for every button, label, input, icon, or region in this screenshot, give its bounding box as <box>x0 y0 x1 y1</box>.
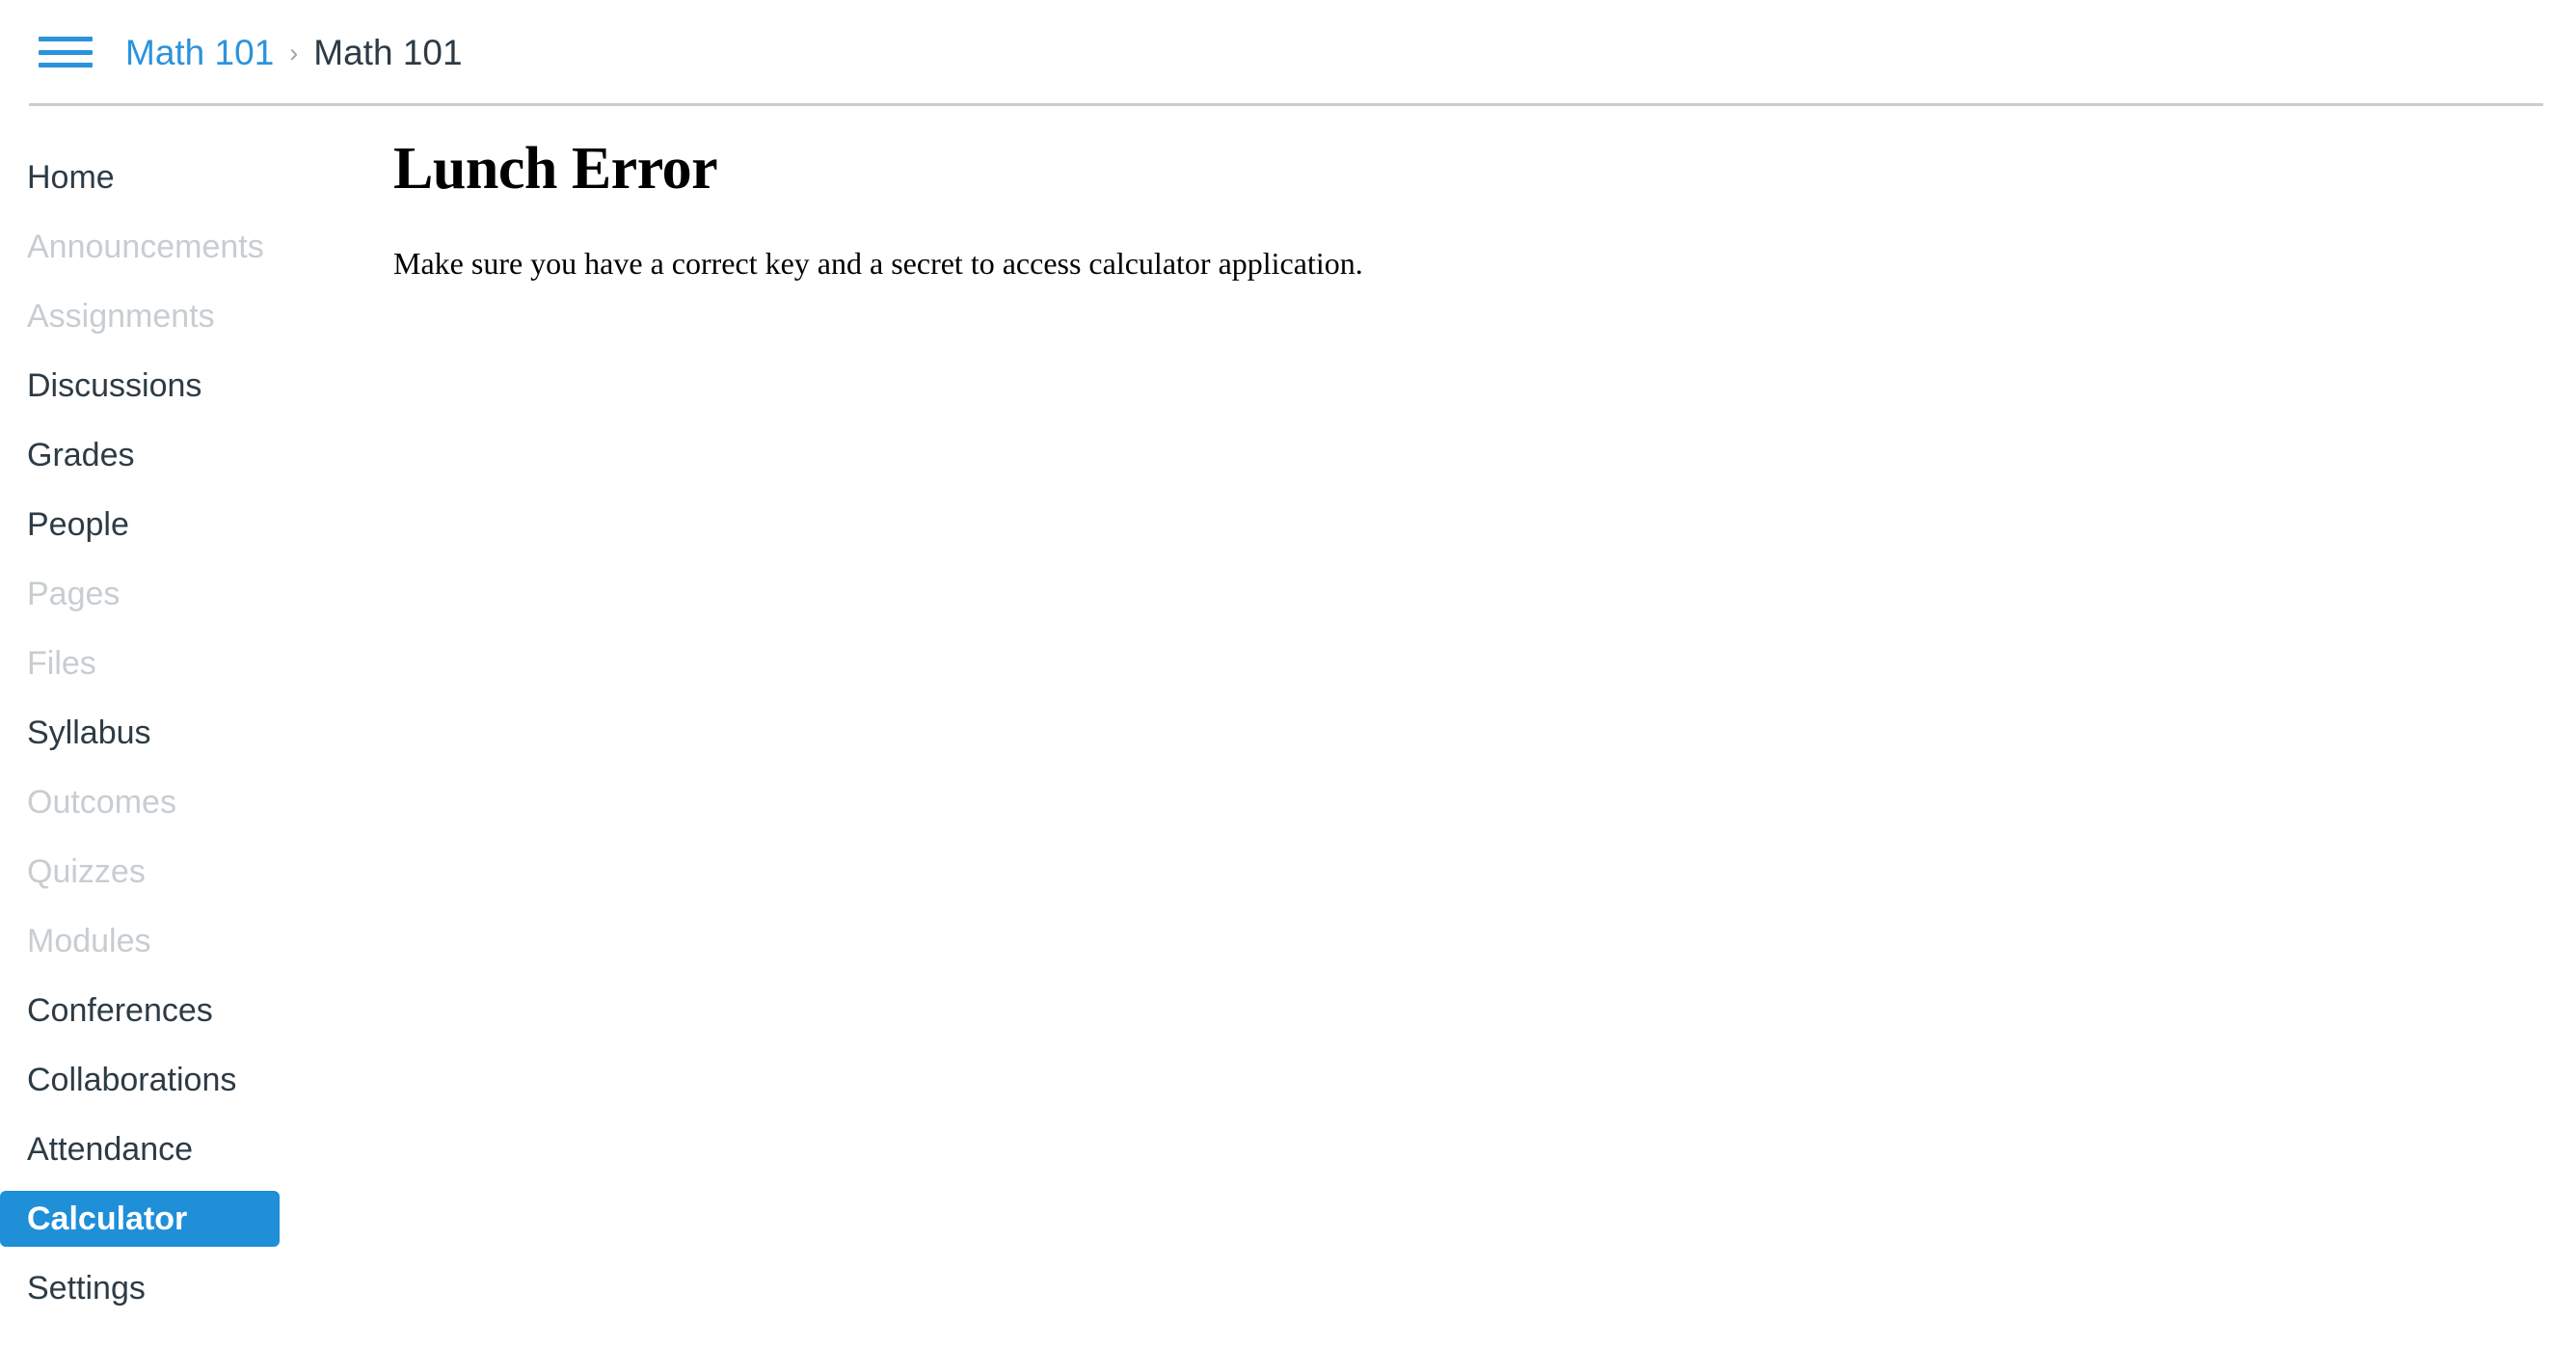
sidebar-item-assignments[interactable]: Assignments <box>0 288 376 344</box>
sidebar-item-settings[interactable]: Settings <box>0 1260 376 1316</box>
sidebar-item-label: Assignments <box>27 298 215 335</box>
sidebar-item-announcements[interactable]: Announcements <box>0 219 376 275</box>
chevron-right-icon: › <box>289 38 299 67</box>
sidebar-item-label: Grades <box>27 437 135 473</box>
course-navigation: Home Announcements Assignments Discussions G… <box>0 149 376 1330</box>
sidebar-item-label: People <box>27 506 129 543</box>
sidebar-item-label: Announcements <box>27 229 264 265</box>
sidebar-item-files[interactable]: Files <box>0 635 376 691</box>
breadcrumb-item-course[interactable]: Math 101 <box>125 35 274 70</box>
sidebar-item-label: Outcomes <box>27 784 176 821</box>
sidebar-item-outcomes[interactable]: Outcomes <box>0 774 376 830</box>
breadcrumb-item-current: Math 101 <box>313 32 463 72</box>
sidebar-item-attendance[interactable]: Attendance <box>0 1121 376 1177</box>
sidebar-item-modules[interactable]: Modules <box>0 913 376 969</box>
hamburger-bar-1 <box>39 37 93 41</box>
sidebar-item-pages[interactable]: Pages <box>0 566 376 622</box>
hamburger-bar-3 <box>39 63 93 67</box>
sidebar-item-quizzes[interactable]: Quizzes <box>0 844 376 900</box>
sidebar-item-label: Settings <box>27 1270 146 1307</box>
page-title: Lunch Error <box>393 136 718 202</box>
hamburger-bar-2 <box>39 49 93 55</box>
sidebar-item-label: Collaborations <box>27 1062 237 1098</box>
sidebar-item-label: Files <box>27 645 96 682</box>
app-header: Math 101 › Math 101 <box>0 0 2576 106</box>
sidebar-item-people[interactable]: People <box>0 497 376 553</box>
sidebar-item-label: Quizzes <box>27 853 146 890</box>
sidebar-item-conferences[interactable]: Conferences <box>0 983 376 1038</box>
page-body-text: Make sure you have a correct key and a s… <box>393 246 1363 282</box>
sidebar-item-label: Discussions <box>27 367 202 404</box>
sidebar-item-home[interactable]: Home <box>0 149 376 205</box>
sidebar-item-label: Home <box>27 159 115 196</box>
header-divider <box>29 103 2543 106</box>
sidebar-item-label: Conferences <box>27 992 213 1029</box>
sidebar-item-grades[interactable]: Grades <box>0 427 376 483</box>
breadcrumb: Math 101 › Math 101 <box>125 25 463 79</box>
sidebar-item-label: Syllabus <box>27 714 151 751</box>
main-content: Lunch Error Make sure you have a correct… <box>393 135 2514 284</box>
hamburger-icon[interactable] <box>39 31 93 73</box>
sidebar-item-label: Calculator <box>27 1200 188 1237</box>
sidebar-item-label: Modules <box>27 923 151 959</box>
sidebar-item-discussions[interactable]: Discussions <box>0 358 376 414</box>
sidebar-item-label: Pages <box>27 576 121 612</box>
sidebar-item-label: Attendance <box>27 1131 194 1168</box>
sidebar-item-syllabus[interactable]: Syllabus <box>0 705 376 761</box>
sidebar-item-calculator[interactable]: Calculator <box>0 1191 280 1247</box>
sidebar-item-collaborations[interactable]: Collaborations <box>0 1052 376 1108</box>
